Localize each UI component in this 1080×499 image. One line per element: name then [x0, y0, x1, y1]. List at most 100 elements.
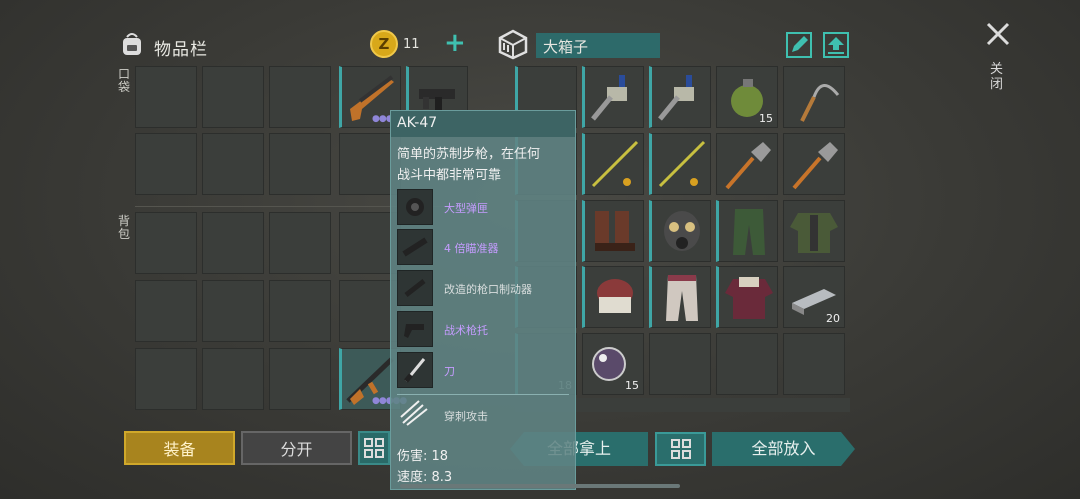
mod-label: 改造的枪口制动器 [444, 283, 532, 296]
knife-icon [397, 352, 433, 388]
drill-icon [591, 75, 627, 121]
backpack-slot[interactable] [269, 280, 331, 342]
jacket-slot[interactable] [783, 200, 845, 262]
box-slot[interactable] [649, 333, 711, 395]
box-sort-button[interactable] [655, 432, 706, 466]
upload-button[interactable] [823, 32, 849, 58]
sickle-slot[interactable] [783, 66, 845, 128]
mod-label: 战术枪托 [444, 324, 488, 337]
backpack-slot[interactable] [135, 280, 197, 342]
close-icon[interactable] [984, 20, 1012, 48]
grid-icon [364, 438, 384, 458]
mod-row: 战术枪托 [397, 311, 569, 351]
mod-row: 穿刺攻击 [397, 397, 569, 437]
inventory-title: 物品栏 [154, 40, 208, 60]
pants-slot[interactable] [649, 266, 711, 328]
lens-slot[interactable]: 15 [582, 333, 644, 395]
add-coins-button[interactable]: + [444, 30, 466, 56]
grid-icon [670, 439, 691, 459]
mod-label: 大型弹匣 [444, 202, 488, 215]
fishing-rod-icon [658, 140, 706, 188]
rename-button[interactable] [786, 32, 812, 58]
pants-icon [666, 275, 698, 321]
scroll-indicator[interactable] [400, 484, 680, 488]
pocket-slot[interactable] [135, 66, 197, 128]
backpack-slot[interactable] [135, 212, 197, 274]
coin-count: 11 [403, 37, 420, 52]
damage-stat: 伤害: 18 [397, 449, 449, 464]
tooltip-title-bar: AK-47 [391, 111, 575, 137]
drill-slot[interactable] [582, 66, 644, 128]
ingot-slot[interactable]: 20 [783, 266, 845, 328]
gas-mask-slot[interactable] [649, 200, 711, 262]
mod-label: 刀 [444, 365, 455, 378]
edit-icon [792, 36, 808, 52]
boots-icon [595, 211, 635, 251]
grenade-slot[interactable]: 15 [716, 66, 778, 128]
backpack-slot[interactable] [202, 348, 264, 410]
coat-icon [725, 277, 773, 319]
box-slot[interactable] [783, 333, 845, 395]
box-title-field[interactable]: 大箱子 [536, 33, 660, 58]
item-quantity: 15 [759, 112, 773, 125]
mod-row: 刀 [397, 352, 569, 392]
shovel-icon [792, 142, 838, 190]
mod-row: 改造的枪口制动器 [397, 270, 569, 310]
magazine-icon [397, 189, 433, 225]
item-description: 简单的苏制步枪，在任何 战斗中都非常可靠 [397, 147, 541, 183]
backpack-slot[interactable] [269, 212, 331, 274]
speed-stat: 速度: 8.3 [397, 470, 453, 485]
close-label[interactable]: 关闭 [990, 62, 1004, 92]
shovel-icon [725, 142, 771, 190]
backpack-slot[interactable] [202, 280, 264, 342]
drill-icon [658, 75, 694, 121]
equip-button[interactable]: 装备 [124, 431, 235, 465]
item-quantity: 15 [625, 379, 639, 392]
put-all-button[interactable]: 全部放入 [712, 432, 855, 466]
pocket-label: 口袋 [118, 67, 131, 94]
backpack-icon [118, 30, 146, 58]
pocket-slot[interactable] [269, 66, 331, 128]
hat-slot[interactable] [582, 266, 644, 328]
drill-slot[interactable] [649, 66, 711, 128]
split-button[interactable]: 分开 [241, 431, 352, 465]
boots-slot[interactable] [582, 200, 644, 262]
item-tooltip: AK-47 简单的苏制步枪，在任何 战斗中都非常可靠 大型弹匣 4 倍瞄准器 改… [390, 110, 576, 490]
shovel-slot[interactable] [716, 133, 778, 195]
hat-icon [597, 279, 633, 313]
muzzle-brake-icon [397, 270, 433, 306]
sort-button[interactable] [358, 431, 390, 465]
pocket-slot[interactable] [202, 133, 264, 195]
upload-icon [828, 37, 844, 54]
box-icon [496, 28, 530, 60]
pocket-slot[interactable] [269, 133, 331, 195]
scope-icon [397, 229, 433, 265]
mod-row: 4 倍瞄准器 [397, 229, 569, 269]
pants-icon [733, 209, 765, 255]
fishing-rod-icon [591, 140, 639, 188]
item-name: AK-47 [397, 115, 438, 131]
mod-label: 4 倍瞄准器 [444, 242, 499, 255]
fishing-rod-slot[interactable] [649, 133, 711, 195]
pocket-slot[interactable] [135, 133, 197, 195]
tooltip-divider [397, 394, 569, 395]
sickle-icon [800, 84, 840, 122]
fishing-rod-slot[interactable] [582, 133, 644, 195]
pocket-slot[interactable] [202, 66, 264, 128]
jacket-icon [790, 213, 838, 253]
backpack-label: 背包 [118, 214, 131, 241]
shovel-slot[interactable] [783, 133, 845, 195]
gas-mask-icon [664, 211, 700, 251]
backpack-slot[interactable] [269, 348, 331, 410]
coin-icon: Z [370, 30, 398, 58]
backpack-slot[interactable] [135, 348, 197, 410]
mod-row: 大型弹匣 [397, 189, 569, 229]
pants-slot[interactable] [716, 200, 778, 262]
pierce-icon [397, 397, 433, 433]
item-quantity: 20 [826, 312, 840, 325]
coat-slot[interactable] [716, 266, 778, 328]
box-title: 大箱子 [543, 38, 589, 56]
backpack-slot[interactable] [202, 212, 264, 274]
stock-icon [397, 311, 433, 347]
box-slot[interactable] [716, 333, 778, 395]
